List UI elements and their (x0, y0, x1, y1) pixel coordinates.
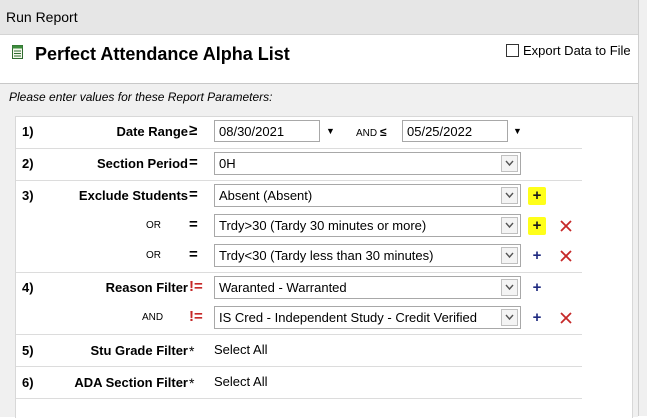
select-value: Trdy<30 (Tardy less than 30 minutes) (219, 248, 434, 263)
row-divider (16, 272, 582, 273)
remove-x-icon[interactable] (559, 311, 573, 325)
operator-gte: ≥ (189, 122, 198, 139)
param-number: 1) (22, 124, 34, 139)
select-value: 0H (219, 156, 236, 171)
start-date-value: 08/30/2021 (219, 124, 285, 139)
add-value-button[interactable]: + (528, 309, 546, 327)
exclude-students-select-1[interactable]: Absent (Absent) (214, 184, 521, 207)
end-date-value: 05/25/2022 (407, 124, 473, 139)
reason-filter-select-2[interactable]: IS Cred - Independent Study - Credit Ver… (214, 306, 521, 329)
exclude-students-select-3[interactable]: Trdy<30 (Tardy less than 30 minutes) (214, 244, 521, 267)
operator-not-equal: != (189, 308, 203, 325)
add-value-button[interactable]: + (528, 279, 546, 297)
select-all-link[interactable]: Select All (214, 342, 267, 357)
add-value-button[interactable]: + (528, 247, 546, 265)
select-value: Waranted - Warranted (219, 280, 347, 295)
vertical-scrollbar[interactable] (638, 0, 647, 416)
operator-any: * (189, 375, 195, 391)
select-all-link[interactable]: Select All (214, 374, 267, 389)
operator-equals: = (189, 216, 198, 233)
chevron-down-icon[interactable] (501, 217, 518, 234)
report-title: Perfect Attendance Alpha List (35, 44, 290, 64)
export-checkbox-box[interactable] (506, 44, 519, 57)
end-date-input[interactable]: 05/25/2022 (402, 120, 508, 142)
chevron-down-icon[interactable] (501, 187, 518, 204)
param-label-exclude-students: Exclude Students (78, 188, 188, 203)
and-lte-label: AND ≤ (356, 125, 387, 139)
row-divider (16, 366, 582, 367)
chevron-down-icon[interactable] (501, 279, 518, 296)
chevron-down-icon[interactable] (501, 309, 518, 326)
parameters-panel: Please enter values for these Report Par… (0, 83, 638, 418)
row-divider (16, 148, 582, 149)
section-period-select[interactable]: 0H (214, 152, 521, 175)
instructions-text: Please enter values for these Report Par… (9, 90, 273, 104)
exclude-students-select-2[interactable]: Trdy>30 (Tardy 30 minutes or more) (214, 214, 521, 237)
operator-any: * (189, 343, 195, 359)
row-divider (16, 398, 582, 399)
add-value-button[interactable]: + (528, 217, 546, 235)
report-sheet-icon (12, 45, 23, 59)
param-number: 3) (22, 188, 34, 203)
param-label-stu-grade-filter: Stu Grade Filter (90, 343, 188, 358)
select-value: Trdy>30 (Tardy 30 minutes or more) (219, 218, 427, 233)
or-label: OR (146, 250, 161, 261)
reason-filter-select-1[interactable]: Waranted - Warranted (214, 276, 521, 299)
report-header: Perfect Attendance Alpha List Export Dat… (0, 35, 638, 83)
param-label-reason-filter: Reason Filter (105, 280, 188, 295)
remove-x-icon[interactable] (559, 249, 573, 263)
operator-equals: = (189, 246, 198, 263)
select-value: Absent (Absent) (219, 188, 313, 203)
export-data-checkbox[interactable]: Export Data to File (506, 43, 631, 58)
window-titlebar: Run Report (0, 0, 638, 35)
operator-not-equal: != (189, 278, 203, 295)
window-title: Run Report (6, 9, 78, 25)
chevron-down-icon[interactable] (501, 155, 518, 172)
and-label: AND (142, 312, 164, 323)
row-divider (16, 334, 582, 335)
select-value: IS Cred - Independent Study - Credit Ver… (219, 310, 477, 325)
param-number: 4) (22, 280, 34, 295)
param-label-date-range: Date Range (116, 124, 188, 139)
param-number: 2) (22, 156, 34, 171)
chevron-down-icon[interactable] (501, 247, 518, 264)
row-divider (16, 180, 582, 181)
start-date-input[interactable]: 08/30/2021 (214, 120, 320, 142)
param-label-ada-section-filter: ADA Section Filter (74, 375, 188, 390)
param-number: 6) (22, 375, 34, 390)
export-label: Export Data to File (523, 43, 631, 58)
end-date-dropdown-icon[interactable]: ▼ (513, 126, 522, 136)
operator-equals: = (189, 154, 198, 171)
start-date-dropdown-icon[interactable]: ▼ (326, 126, 335, 136)
parameters-table: 1) Date Range ≥ 08/30/2021 ▼ AND ≤ 05/25… (15, 116, 633, 418)
operator-equals: = (189, 186, 198, 203)
or-label: OR (146, 220, 161, 231)
remove-x-icon[interactable] (559, 219, 573, 233)
param-number: 5) (22, 343, 34, 358)
add-value-button[interactable]: + (528, 187, 546, 205)
param-label-section-period: Section Period (96, 156, 188, 171)
